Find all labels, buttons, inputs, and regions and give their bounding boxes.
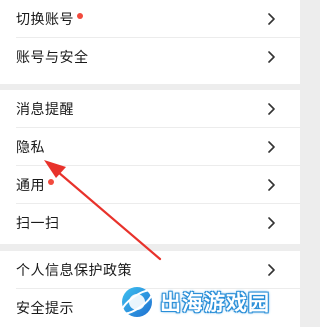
menu-item-label: 账号与安全 (16, 50, 89, 66)
settings-group-account: 切换账号 账号与安全 (0, 0, 300, 84)
settings-group-privacy-policy: 个人信息保护政策 安全提示 (0, 251, 300, 327)
menu-item-label: 切换账号 (16, 12, 74, 28)
menu-item-general[interactable]: 通用 (0, 166, 300, 204)
menu-item-label: 通用 (16, 178, 45, 194)
chevron-right-icon (268, 103, 275, 115)
chevron-right-icon (268, 13, 275, 25)
chevron-right-icon (268, 51, 275, 63)
menu-item-label: 消息提醒 (16, 102, 74, 118)
menu-item-personal-info-policy[interactable]: 个人信息保护政策 (0, 251, 300, 289)
menu-item-switch-account[interactable]: 切换账号 (0, 0, 300, 38)
notification-dot (48, 179, 54, 185)
menu-item-security-tips[interactable]: 安全提示 (0, 289, 300, 327)
menu-item-label: 扫一扫 (16, 216, 60, 232)
settings-group-general: 消息提醒 隐私 通用 扫一扫 (0, 90, 300, 244)
chevron-right-icon (268, 264, 275, 276)
menu-item-label: 个人信息保护政策 (16, 263, 132, 279)
chevron-right-icon (268, 141, 275, 153)
menu-item-notifications[interactable]: 消息提醒 (0, 90, 300, 128)
chevron-right-icon (268, 217, 275, 229)
menu-item-privacy[interactable]: 隐私 (0, 128, 300, 166)
notification-dot (77, 13, 83, 19)
menu-item-account-security[interactable]: 账号与安全 (0, 38, 300, 76)
menu-item-scan[interactable]: 扫一扫 (0, 204, 300, 242)
settings-screen: 切换账号 账号与安全 消息提醒 隐私 通用 扫一扫 个人信息保护政策 安全提示 … (0, 0, 300, 327)
chevron-right-icon (268, 179, 275, 191)
menu-item-label: 安全提示 (16, 301, 74, 317)
menu-item-label: 隐私 (16, 140, 45, 156)
